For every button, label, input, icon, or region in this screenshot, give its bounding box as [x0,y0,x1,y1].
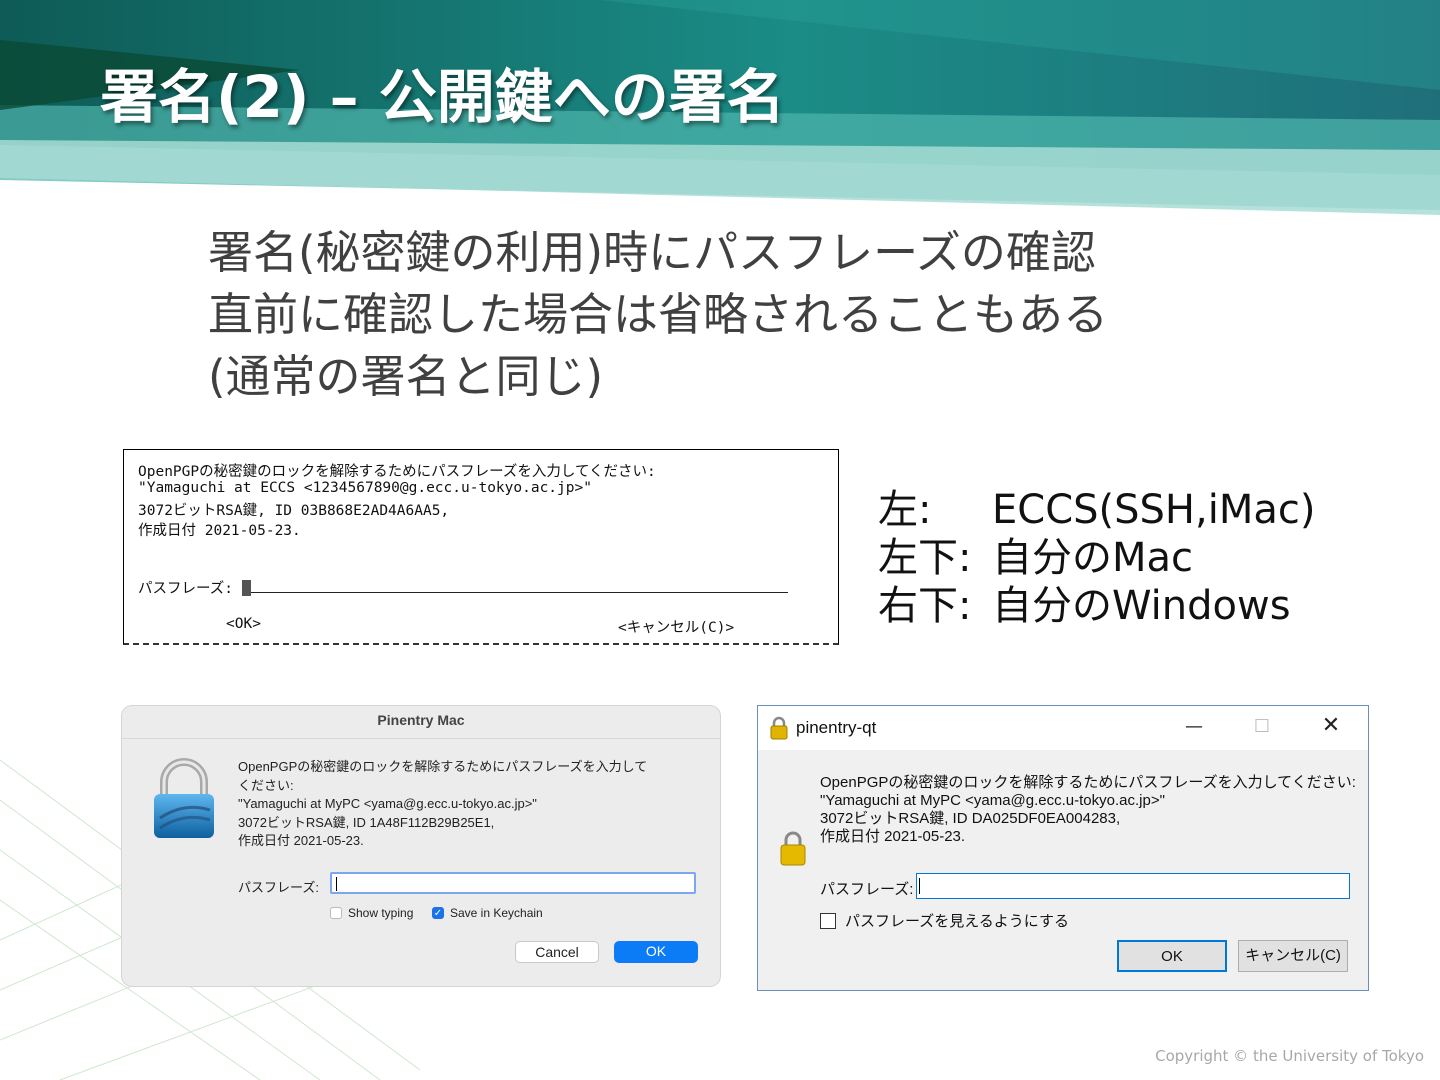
terminal-ok-button[interactable]: <OK> [226,616,261,632]
bullet-list: 署名(秘密鍵の利用)時にパスフレーズの確認 直前に確認した場合は省略されることも… [208,222,1108,408]
maximize-icon[interactable]: ☐ [1247,716,1277,737]
legend-row: 左下: 自分のMac [878,534,1315,582]
terminal-pinentry: OpenPGPの秘密鍵のロックを解除するためにパスフレーズを入力してください: … [123,449,839,645]
message-line: OpenPGPの秘密鍵のロックを解除するためにパスフレーズを入力して [238,759,648,774]
legend-value: ECCS(SSH,iMac) [992,487,1316,533]
close-icon[interactable]: ✕ [1316,713,1346,738]
message-line: "Yamaguchi at MyPC <yama@g.ecc.u-tokyo.a… [820,792,1165,809]
bullet-item: 直前に確認した場合は省略されることもある [208,288,1109,341]
message-line: 作成日付 2021-05-23. [238,833,364,848]
copyright-footer: Copyright © the University of Tokyo [1155,1047,1424,1065]
terminal-passphrase-row: パスフレーズ: [138,577,788,598]
checkbox-unchecked[interactable] [820,912,836,929]
show-passphrase-checkbox[interactable]: パスフレーズを見えるようにする [820,910,1069,931]
terminal-passphrase-label: パスフレーズ: [138,581,234,597]
mac-dialog-message: OpenPGPの秘密鍵のロックを解除するためにパスフレーズを入力して ください:… [238,758,647,851]
screenshot-legend: 左: ECCS(SSH,iMac) 左下: 自分のMac 右下: 自分のWind… [878,486,1315,630]
win-titlebar: pinentry-qt — ☐ ✕ [758,706,1368,750]
bullet-item: 署名(秘密鍵の利用)時にパスフレーズの確認 [208,226,1096,279]
bullet-item: (通常の署名と同じ) [208,350,604,403]
lock-icon [154,758,214,838]
legend-key: 右下: [878,583,972,629]
mac-pinentry-dialog: Pinentry Mac OpenPGPの秘密鍵のロックを解除するためにパスフレ… [122,706,720,986]
win-passphrase-input[interactable] [916,873,1350,899]
lock-icon [770,716,788,740]
message-line: ください: [238,777,294,793]
win-passphrase-label: パスフレーズ: [820,881,914,898]
legend-value: 自分のWindows [992,583,1291,629]
mac-dialog-title: Pinentry Mac [122,706,720,739]
legend-value: 自分のMac [992,535,1194,581]
show-passphrase-label: パスフレーズを見えるようにする [845,913,1069,930]
windows-pinentry-dialog: pinentry-qt — ☐ ✕ OpenPGPの秘密鍵のロックを解除するため… [757,705,1369,991]
win-cancel-button[interactable]: キャンセル(C) [1238,940,1348,972]
mac-cancel-button[interactable]: Cancel [515,941,599,963]
legend-row: 右下: 自分のWindows [878,582,1315,630]
terminal-line: OpenPGPの秘密鍵のロックを解除するためにパスフレーズを入力してください: [138,464,656,480]
checkbox-unchecked[interactable] [330,907,342,919]
message-line: 3072ビットRSA鍵, ID DA025DF0EA004283, [820,810,1121,827]
show-typing-label: Show typing [348,906,414,920]
terminal-cancel-button[interactable]: <キャンセル(C)> [618,616,734,637]
mac-ok-button[interactable]: OK [614,941,698,963]
win-dialog-title: pinentry-qt [796,718,877,737]
terminal-passphrase-input[interactable] [241,580,251,596]
mac-passphrase-label: パスフレーズ: [238,880,319,895]
checkbox-checked-icon[interactable]: ✓ [432,907,444,919]
legend-row: 左: ECCS(SSH,iMac) [878,486,1315,534]
show-typing-checkbox[interactable]: Show typing [330,906,413,920]
terminal-line: 作成日付 2021-05-23. [138,523,301,539]
minimize-icon[interactable]: — [1179,716,1209,737]
terminal-input-underline [250,582,788,593]
legend-key: 左: [878,487,932,533]
mac-passphrase-input[interactable] [330,872,696,894]
terminal-line: "Yamaguchi at ECCS <1234567890@g.ecc.u-t… [138,480,592,496]
save-keychain-label: Save in Keychain [450,906,543,920]
terminal-line: 3072ビットRSA鍵, ID 03B868E2AD4A6AA5, [138,503,450,519]
lock-icon [780,831,806,866]
win-dialog-message: OpenPGPの秘密鍵のロックを解除するためにパスフレーズを入力してください: … [820,774,1356,846]
legend-key: 左下: [878,535,972,581]
save-keychain-checkbox[interactable]: ✓ Save in Keychain [432,906,543,920]
slide-title: 署名(2) – 公開鍵への署名 [100,63,785,131]
message-line: OpenPGPの秘密鍵のロックを解除するためにパスフレーズを入力してください: [820,774,1356,791]
text-caret [919,878,920,894]
message-line: 作成日付 2021-05-23. [820,828,966,845]
message-line: 3072ビットRSA鍵, ID 1A48F112B29B25E1, [238,814,495,830]
text-caret [336,877,337,891]
win-ok-button[interactable]: OK [1117,940,1227,972]
message-line: "Yamaguchi at MyPC <yama@g.ecc.u-tokyo.a… [238,796,537,811]
